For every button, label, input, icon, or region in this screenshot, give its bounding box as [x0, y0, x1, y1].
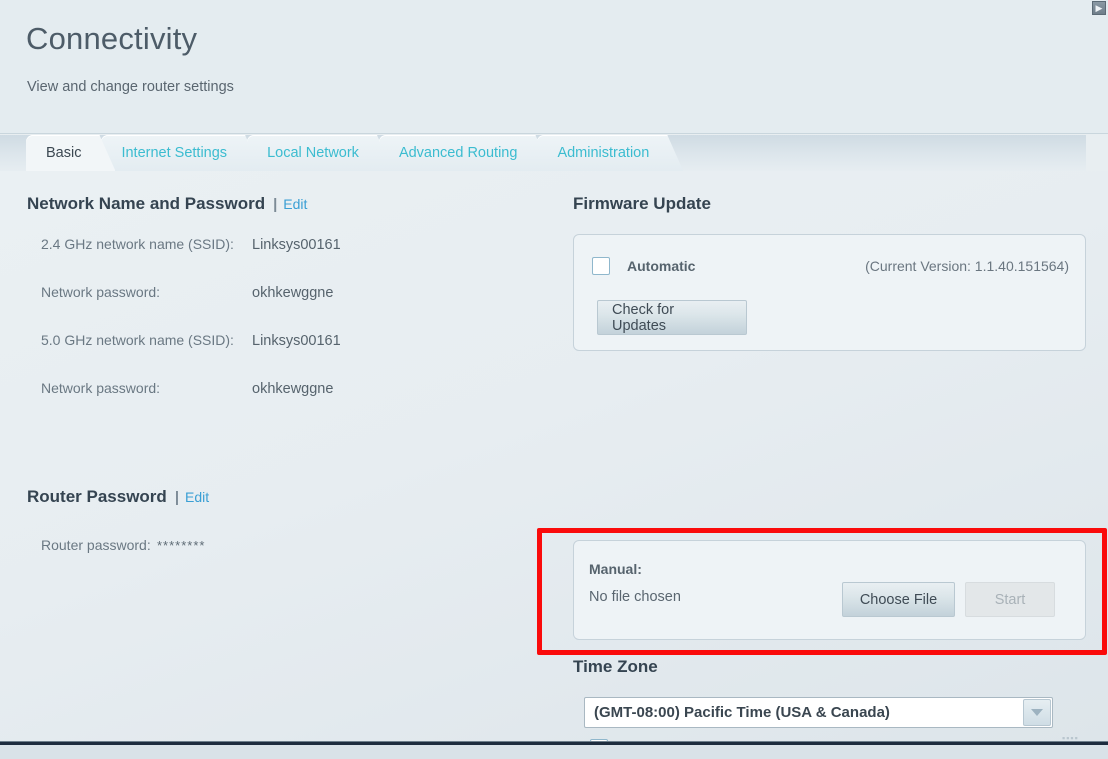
automatic-label: Automatic: [627, 258, 696, 274]
separator: |: [174, 489, 180, 506]
timezone-section-title: Time Zone: [573, 657, 658, 676]
network-field-list: 2.4 GHz network name (SSID): Linksys0016…: [27, 236, 547, 428]
manual-label: Manual:: [589, 561, 642, 577]
field-value: Linksys00161: [252, 237, 341, 253]
field-label: Network password:: [41, 284, 161, 300]
separator: |: [273, 196, 278, 213]
tab-label: Local Network: [267, 145, 359, 161]
tab-label: Advanced Routing: [398, 145, 518, 161]
section-title: Firmware Update: [573, 194, 711, 213]
expand-icon[interactable]: ▶: [1092, 1, 1106, 15]
field-value: okhkewggne: [252, 285, 334, 301]
list-item: Network password: okhkewggne: [27, 284, 547, 332]
file-status-text: No file chosen: [589, 589, 681, 605]
list-item: 2.4 GHz network name (SSID): Linksys0016…: [27, 236, 547, 284]
field-label: 2.4 GHz network name (SSID):: [41, 236, 234, 252]
list-item: Router password: ********: [27, 537, 547, 553]
tab-label: Internet Settings: [121, 145, 228, 161]
chevron-down-icon[interactable]: [1023, 699, 1051, 726]
field-label: Network password:: [41, 380, 161, 396]
footer-background: [0, 745, 1108, 759]
router-password-section: Router Password | Edit Router password: …: [27, 487, 547, 553]
section-header: Network Name and Password | Edit: [27, 194, 547, 214]
list-item: 5.0 GHz network name (SSID): Linksys0016…: [27, 332, 547, 380]
timezone-select[interactable]: (GMT-08:00) Pacific Time (USA & Canada): [584, 697, 1053, 728]
network-name-password-section: Network Name and Password | Edit 2.4 GHz…: [27, 194, 547, 428]
automatic-checkbox[interactable]: [592, 257, 610, 275]
tab-administration[interactable]: Administration: [537, 135, 683, 171]
check-for-updates-button[interactable]: Check for Updates: [597, 300, 747, 335]
tab-bar: Basic Internet Settings Local Network Ad…: [0, 135, 1086, 171]
section-title: Router Password: [27, 487, 167, 506]
list-item: Network password: okhkewggne: [27, 380, 547, 428]
tab-advanced-routing[interactable]: Advanced Routing: [379, 135, 552, 171]
firmware-manual-panel: Manual: No file chosen Choose File Start: [573, 540, 1086, 640]
button-label: Choose File: [859, 591, 938, 608]
firmware-automatic-panel: Automatic (Current Version: 1.1.40.15156…: [573, 234, 1086, 351]
page-header: Connectivity View and change router sett…: [0, 0, 1108, 134]
automatic-row: Automatic (Current Version: 1.1.40.15156…: [592, 257, 1069, 275]
button-label: Start: [994, 591, 1026, 608]
choose-file-button[interactable]: Choose File: [842, 582, 955, 617]
edit-router-password-link[interactable]: Edit: [185, 489, 209, 505]
page-subtitle: View and change router settings: [27, 79, 234, 95]
field-label: Router password:: [41, 537, 151, 553]
button-label: Check for Updates: [612, 301, 675, 334]
tab-label: Administration: [557, 145, 650, 161]
tab-internet-settings[interactable]: Internet Settings: [101, 135, 261, 171]
section-header: Router Password | Edit: [27, 487, 547, 507]
field-value: Linksys00161: [252, 333, 341, 349]
page-title: Connectivity: [26, 21, 198, 56]
tab-local-network[interactable]: Local Network: [247, 135, 393, 171]
timezone-selected-value: (GMT-08:00) Pacific Time (USA & Canada): [594, 704, 890, 721]
section-title: Network Name and Password: [27, 194, 266, 213]
start-button: Start: [965, 582, 1055, 617]
firmware-update-section: Firmware Update: [573, 194, 1086, 214]
main-content: Network Name and Password | Edit 2.4 GHz…: [0, 171, 1108, 757]
tab-label: Basic: [46, 145, 82, 161]
router-password-value: ********: [157, 538, 206, 553]
field-value: okhkewggne: [252, 381, 334, 397]
current-version-text: (Current Version: 1.1.40.151564): [865, 258, 1069, 274]
field-label: 5.0 GHz network name (SSID):: [41, 332, 234, 348]
edit-network-link[interactable]: Edit: [283, 196, 307, 212]
